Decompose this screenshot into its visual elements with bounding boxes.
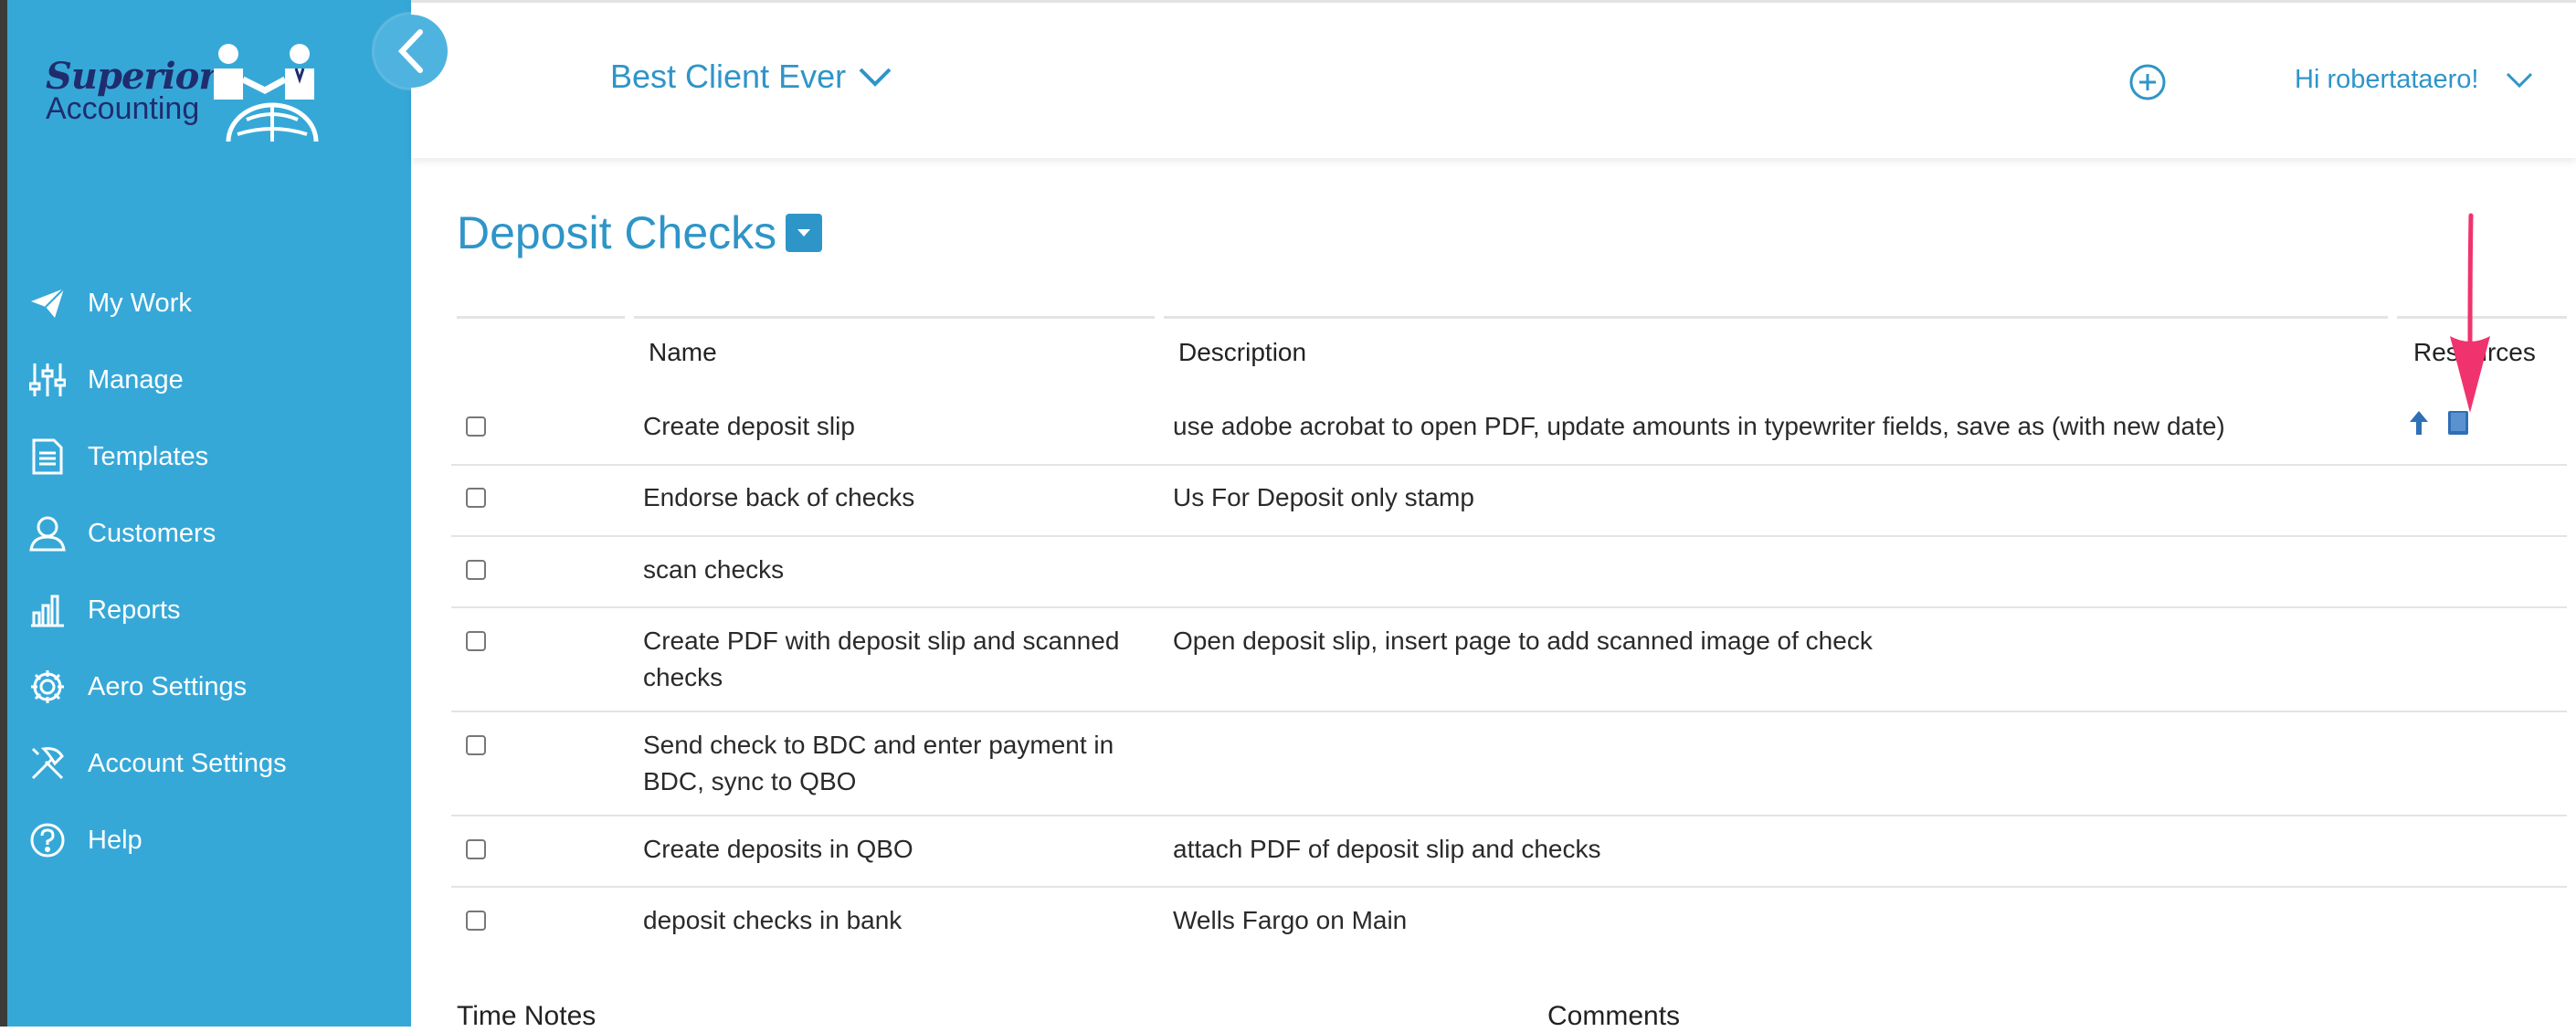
row-divider xyxy=(451,815,2567,816)
row-checkbox[interactable] xyxy=(466,631,486,651)
arrow-up-icon xyxy=(2410,411,2428,435)
row-name: deposit checks in bank xyxy=(643,906,903,934)
collapse-sidebar-button[interactable] xyxy=(375,15,448,88)
row-name: Create deposit slip xyxy=(643,412,855,440)
sidebar-item-customers[interactable]: Customers xyxy=(7,495,411,572)
chevron-down-icon xyxy=(859,68,892,87)
annotation-arrow xyxy=(2450,213,2490,413)
sidebar-nav: My Work Manage Templates Customers Repor… xyxy=(7,265,411,879)
client-selector[interactable]: Best Client Ever xyxy=(610,58,893,96)
add-button[interactable] xyxy=(2128,63,2167,106)
title-dropdown-button[interactable] xyxy=(786,214,823,252)
sidebar-item-label: Templates xyxy=(88,441,209,471)
row-checkbox[interactable] xyxy=(466,911,486,931)
brand-logo[interactable]: Superior Accounting xyxy=(37,37,329,146)
top-bar: Best Client Ever Hi robertataero! xyxy=(411,0,2576,158)
window-edge xyxy=(0,0,7,1027)
sliders-icon xyxy=(27,360,68,400)
chevron-left-icon xyxy=(397,29,423,73)
gear-icon xyxy=(27,667,68,707)
upload-resource-button[interactable] xyxy=(2408,409,2430,437)
row-description: use adobe acrobat to open PDF, update am… xyxy=(1173,412,2225,440)
sidebar: Superior Accounting My Work Manage Templ… xyxy=(7,0,411,1027)
sidebar-item-label: Manage xyxy=(88,364,184,395)
question-circle-icon xyxy=(27,820,68,860)
user-icon xyxy=(27,513,68,553)
header-rule xyxy=(457,316,625,319)
user-greeting: Hi robertataero! xyxy=(2295,65,2479,94)
header-rule xyxy=(1164,316,2388,319)
sidebar-item-label: Aero Settings xyxy=(88,671,248,701)
row-checkbox[interactable] xyxy=(466,416,486,437)
row-divider xyxy=(451,711,2567,712)
row-name: Create deposits in QBO xyxy=(643,835,913,863)
row-name: Send check to BDC and enter payment in B… xyxy=(643,731,1114,795)
tools-icon xyxy=(27,743,68,784)
sidebar-item-manage[interactable]: Manage xyxy=(7,342,411,418)
sidebar-item-templates[interactable]: Templates xyxy=(7,418,411,495)
sidebar-item-account-settings[interactable]: Account Settings xyxy=(7,725,411,802)
row-name: Endorse back of checks xyxy=(643,483,915,511)
chevron-down-icon xyxy=(2506,72,2532,88)
row-checkbox[interactable] xyxy=(466,839,486,859)
row-checkbox[interactable] xyxy=(466,488,486,508)
header-rule xyxy=(634,316,1155,319)
plus-circle-icon xyxy=(2129,64,2166,100)
row-name: scan checks xyxy=(643,555,785,584)
time-notes-label: Time Notes xyxy=(457,1001,596,1031)
column-header-description[interactable]: Description xyxy=(1178,338,1306,367)
row-divider xyxy=(451,606,2567,608)
row-description: Open deposit slip, insert page to add sc… xyxy=(1173,627,1873,655)
handshake-globe-icon xyxy=(214,44,319,142)
document-icon xyxy=(27,437,68,477)
row-divider xyxy=(451,535,2567,537)
row-divider xyxy=(451,464,2567,466)
sidebar-item-my-work[interactable]: My Work xyxy=(7,265,411,342)
sidebar-item-label: Account Settings xyxy=(88,748,287,778)
brand-name-line2: Accounting xyxy=(46,91,200,126)
row-description: attach PDF of deposit slip and checks xyxy=(1173,835,1601,863)
sidebar-item-help[interactable]: Help xyxy=(7,802,411,879)
user-menu[interactable]: Hi robertataero! xyxy=(2295,65,2534,95)
row-divider xyxy=(451,886,2567,888)
bar-chart-icon xyxy=(27,590,68,630)
row-description: Us For Deposit only stamp xyxy=(1173,483,1474,511)
sidebar-item-aero-settings[interactable]: Aero Settings xyxy=(7,648,411,725)
sidebar-item-reports[interactable]: Reports xyxy=(7,572,411,648)
sidebar-item-label: Help xyxy=(88,825,143,855)
client-name: Best Client Ever xyxy=(610,58,847,95)
page-title-text: Deposit Checks xyxy=(457,207,777,258)
page-title: Deposit Checks xyxy=(457,206,823,259)
caret-down-icon xyxy=(797,229,811,237)
sidebar-item-label: My Work xyxy=(88,288,192,318)
row-checkbox[interactable] xyxy=(466,560,486,580)
paper-plane-icon xyxy=(27,283,68,323)
row-name: Create PDF with deposit slip and scanned… xyxy=(643,627,1120,691)
row-description: Wells Fargo on Main xyxy=(1173,906,1408,934)
comments-label: Comments xyxy=(1547,1001,1681,1031)
sidebar-item-label: Customers xyxy=(88,518,216,548)
column-header-name[interactable]: Name xyxy=(649,338,717,367)
row-checkbox[interactable] xyxy=(466,735,486,755)
sidebar-item-label: Reports xyxy=(88,595,181,625)
